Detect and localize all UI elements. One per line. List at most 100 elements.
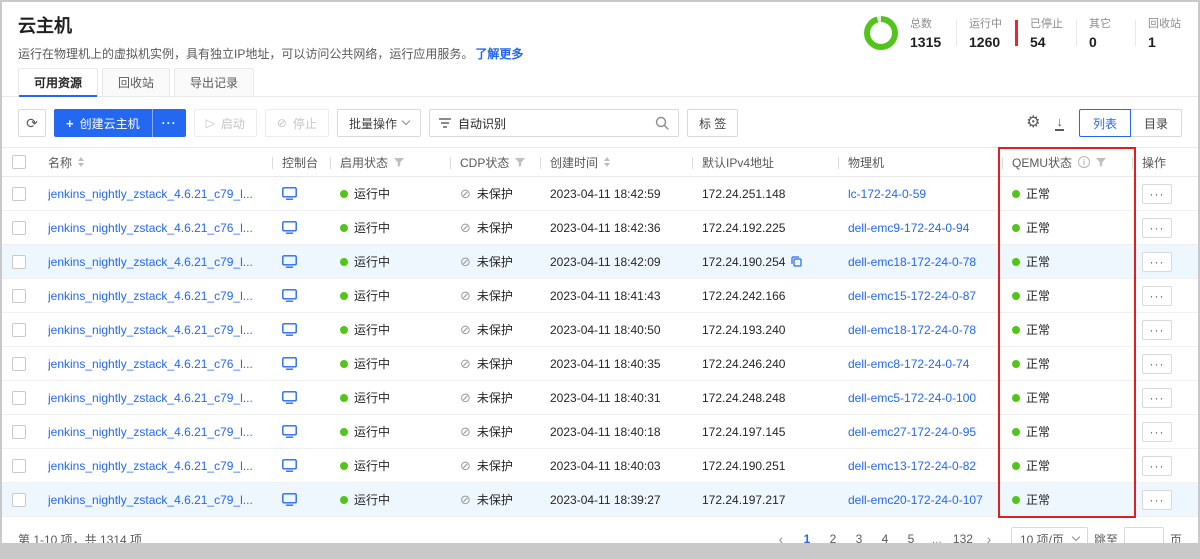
tag-button[interactable]: 标 签 — [687, 109, 738, 137]
host-link[interactable]: dell-emc13-172-24-0-82 — [848, 459, 976, 473]
vm-name-link[interactable]: jenkins_nightly_zstack_4.6.21_c79_l... — [48, 459, 253, 473]
filter-icon[interactable] — [394, 158, 404, 167]
host-link[interactable]: dell-emc9-172-24-0-94 — [848, 221, 969, 235]
column-label: 默认IPv4地址 — [702, 154, 774, 171]
console-cell — [272, 221, 330, 234]
page-size-select[interactable]: 10 项/页 — [1011, 527, 1088, 543]
console-icon[interactable] — [282, 187, 297, 200]
copy-icon[interactable] — [791, 256, 802, 267]
stat-value: 54 — [1030, 34, 1064, 50]
pager-page[interactable]: 1 — [797, 528, 817, 543]
console-icon[interactable] — [282, 221, 297, 234]
search-icon[interactable] — [655, 116, 669, 130]
row-checkbox[interactable] — [12, 493, 26, 507]
row-checkbox[interactable] — [12, 221, 26, 235]
refresh-button[interactable]: ⟳ — [18, 109, 46, 137]
stop-button[interactable]: ⊘停止 — [265, 109, 329, 137]
row-checkbox[interactable] — [12, 459, 26, 473]
next-page-button[interactable]: › — [979, 528, 999, 543]
host-link[interactable]: dell-emc27-172-24-0-95 — [848, 425, 976, 439]
tab-recycle-bin[interactable]: 回收站 — [102, 68, 170, 96]
vm-name-link[interactable]: jenkins_nightly_zstack_4.6.21_c79_l... — [48, 289, 253, 303]
console-icon[interactable] — [282, 391, 297, 404]
pager-page[interactable]: 132 — [953, 528, 973, 543]
create-more-button[interactable]: ··· — [152, 109, 186, 137]
host-link[interactable]: lc-172-24-0-59 — [848, 187, 926, 201]
row-actions-button[interactable]: ··· — [1142, 286, 1172, 306]
sort-icon[interactable] — [604, 157, 610, 167]
batch-actions-button[interactable]: 批量操作 — [337, 109, 421, 137]
create-vm-button[interactable]: +创建云主机 — [54, 109, 152, 137]
tab-export-records[interactable]: 导出记录 — [174, 68, 254, 96]
tab-available-resources[interactable]: 可用资源 — [18, 68, 98, 96]
qemu-status-dot-icon — [1012, 496, 1020, 504]
vm-name-link[interactable]: jenkins_nightly_zstack_4.6.21_c79_l... — [48, 425, 253, 439]
column-header-name[interactable]: 名称 — [48, 148, 272, 176]
filter-icon[interactable] — [1096, 158, 1106, 167]
search-mode-selector[interactable]: 自动识别 — [458, 115, 506, 132]
row-actions-button[interactable]: ··· — [1142, 422, 1172, 442]
row-checkbox[interactable] — [12, 357, 26, 371]
select-all-checkbox[interactable] — [12, 155, 26, 169]
donut-chart-icon — [864, 16, 898, 50]
cdp-state-cell: ⊘未保护 — [450, 491, 540, 508]
actions-cell: ··· — [1132, 422, 1188, 442]
host-link[interactable]: dell-emc5-172-24-0-100 — [848, 391, 976, 405]
vm-name-link[interactable]: jenkins_nightly_zstack_4.6.21_c76_l... — [48, 357, 253, 371]
column-label: 操作 — [1142, 154, 1166, 171]
host-link[interactable]: dell-emc18-172-24-0-78 — [848, 255, 976, 269]
row-checkbox[interactable] — [12, 425, 26, 439]
search-input[interactable]: 自动识别 — [429, 109, 679, 137]
row-actions-button[interactable]: ··· — [1142, 184, 1172, 204]
row-checkbox[interactable] — [12, 255, 26, 269]
row-actions-button[interactable]: ··· — [1142, 218, 1172, 238]
console-icon[interactable] — [282, 289, 297, 302]
vm-name-link[interactable]: jenkins_nightly_zstack_4.6.21_c79_l... — [48, 391, 253, 405]
console-icon[interactable] — [282, 357, 297, 370]
host-link[interactable]: dell-emc15-172-24-0-87 — [848, 289, 976, 303]
row-actions-button[interactable]: ··· — [1142, 252, 1172, 272]
start-button[interactable]: ▷启动 — [194, 109, 257, 137]
learn-more-link[interactable]: 了解更多 — [475, 47, 523, 61]
vm-name-link[interactable]: jenkins_nightly_zstack_4.6.21_c76_l... — [48, 221, 253, 235]
run-state-cell: 运行中 — [330, 457, 450, 474]
row-checkbox[interactable] — [12, 187, 26, 201]
view-list-button[interactable]: 列表 — [1079, 109, 1131, 137]
console-icon[interactable] — [282, 255, 297, 268]
vm-name-link[interactable]: jenkins_nightly_zstack_4.6.21_c79_l... — [48, 493, 253, 507]
pager-page[interactable]: 3 — [849, 528, 869, 543]
host-link[interactable]: dell-emc18-172-24-0-78 — [848, 323, 976, 337]
console-icon[interactable] — [282, 459, 297, 472]
pager-page[interactable]: 4 — [875, 528, 895, 543]
console-icon[interactable] — [282, 425, 297, 438]
settings-gear-icon[interactable]: ⚙ — [1026, 115, 1040, 131]
host-link[interactable]: dell-emc20-172-24-0-107 — [848, 493, 983, 507]
row-checkbox[interactable] — [12, 391, 26, 405]
row-actions-button[interactable]: ··· — [1142, 354, 1172, 374]
row-checkbox[interactable] — [12, 289, 26, 303]
view-catalog-button[interactable]: 目录 — [1130, 109, 1182, 137]
prev-page-button[interactable]: ‹ — [771, 528, 791, 543]
row-actions-button[interactable]: ··· — [1142, 456, 1172, 476]
row-checkbox[interactable] — [12, 323, 26, 337]
sort-icon[interactable] — [78, 157, 84, 167]
console-icon[interactable] — [282, 323, 297, 336]
vm-name-link[interactable]: jenkins_nightly_zstack_4.6.21_c79_l... — [48, 323, 253, 337]
created-time-cell: 2023-04-11 18:40:31 — [540, 391, 692, 405]
jump-page-input[interactable] — [1124, 527, 1164, 543]
filter-icon[interactable] — [515, 158, 525, 167]
vm-name-link[interactable]: jenkins_nightly_zstack_4.6.21_c79_l... — [48, 255, 253, 269]
download-icon[interactable]: ↓ — [1055, 115, 1064, 131]
row-actions-button[interactable]: ··· — [1142, 490, 1172, 510]
column-header-created-time[interactable]: 创建时间 — [540, 148, 692, 176]
row-actions-button[interactable]: ··· — [1142, 388, 1172, 408]
host-link[interactable]: dell-emc8-172-24-0-74 — [848, 357, 969, 371]
vm-name-link[interactable]: jenkins_nightly_zstack_4.6.21_c79_l... — [48, 187, 253, 201]
filter-lines-icon[interactable] — [439, 118, 451, 128]
pager-page[interactable]: 5 — [901, 528, 921, 543]
console-icon[interactable] — [282, 493, 297, 506]
created-time-cell: 2023-04-11 18:39:27 — [540, 493, 692, 507]
pager-page[interactable]: 2 — [823, 528, 843, 543]
row-actions-button[interactable]: ··· — [1142, 320, 1172, 340]
info-icon[interactable]: i — [1078, 156, 1090, 168]
